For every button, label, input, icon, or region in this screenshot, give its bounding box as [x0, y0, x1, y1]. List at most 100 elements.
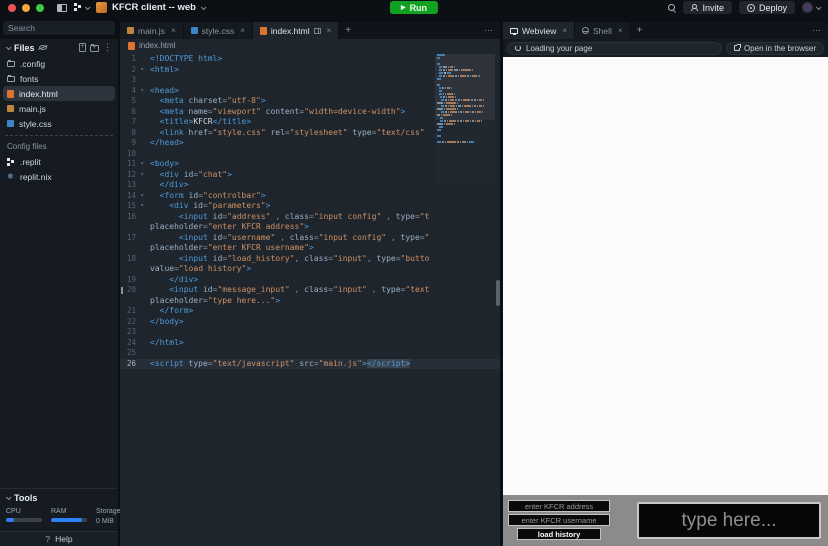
preview-parameters: load history [508, 500, 610, 540]
file-item-style-css[interactable]: style.css [0, 116, 118, 131]
account-menu[interactable] [802, 2, 820, 13]
code-line-16[interactable]: 16 <input id="address" , class="input co… [120, 212, 500, 223]
tab-label: index.html [271, 26, 310, 36]
close-icon[interactable]: × [562, 26, 567, 35]
file-list: .config fonts index.htmlmain.jsstyle.css [0, 56, 118, 131]
run-button[interactable]: ▶ Run [390, 1, 438, 14]
ram-bar [51, 518, 87, 522]
repl-title-menu[interactable]: KFCR client -- web [96, 2, 205, 13]
code-text: placeholder="type here..."> [144, 296, 430, 307]
line-number: 20 [120, 285, 144, 296]
line-number: 9 [120, 138, 144, 149]
file-label: fonts [20, 74, 38, 84]
breadcrumb[interactable]: index.html [120, 39, 500, 52]
chevron-down-icon[interactable] [6, 44, 12, 50]
toggle-hidden-files-icon[interactable] [39, 45, 47, 50]
help-button[interactable]: ? Help [0, 531, 118, 546]
file-item-index-html[interactable]: index.html [3, 86, 115, 101]
editor-tab-main-js[interactable]: main.js× [120, 22, 184, 39]
split-pane-icon[interactable] [314, 28, 321, 34]
close-icon[interactable]: × [171, 26, 176, 35]
preview-username-input[interactable] [508, 514, 610, 526]
new-tab-button[interactable]: + [339, 22, 357, 39]
code-line-21[interactable]: 21 </form> [120, 306, 500, 317]
code-text: </head> [144, 138, 430, 149]
file-item-replit-nix[interactable]: ❄replit.nix [0, 169, 118, 184]
file-label: replit.nix [20, 172, 52, 182]
code-area[interactable]: 1<!DOCTYPE html>2▾<html>34▾<head>5 <meta… [120, 52, 500, 546]
code-line-wrap[interactable]: placeholder="enter KFCR username"> [120, 243, 500, 254]
new-tab-button[interactable]: + [631, 22, 649, 39]
file-item--replit[interactable]: .replit [0, 154, 118, 169]
window-title: KFCR client -- web [112, 2, 196, 13]
code-line-14[interactable]: 14▾ <form id="controlbar"> [120, 191, 500, 202]
file-item-main-js[interactable]: main.js [0, 101, 118, 116]
code-text [144, 149, 430, 160]
line-number: 19 [120, 275, 144, 286]
search-input[interactable] [3, 21, 115, 35]
file-item--config[interactable]: .config [0, 56, 118, 71]
files-menu-icon[interactable]: ⋮ [103, 43, 112, 52]
webview-tab-webview[interactable]: Webview× [503, 22, 575, 39]
editor-tab-style-css[interactable]: style.css× [184, 22, 253, 39]
fold-icon[interactable]: ▾ [140, 86, 144, 97]
line-number: 3 [120, 75, 144, 86]
invite-button[interactable]: Invite [683, 1, 732, 14]
close-window-button[interactable] [8, 4, 16, 12]
close-icon[interactable]: × [327, 26, 332, 35]
new-file-icon[interactable] [79, 43, 86, 52]
search-icon[interactable] [668, 4, 676, 12]
fold-icon[interactable]: ▾ [140, 170, 144, 181]
fold-icon[interactable]: ▾ [140, 65, 144, 76]
code-line-24[interactable]: 24</html> [120, 338, 500, 349]
line-number: 10 [120, 149, 144, 160]
webview-tab-shell[interactable]: Shell× [575, 22, 631, 39]
fold-icon[interactable]: ▾ [140, 159, 144, 170]
code-editor-pane: index.html 1<!DOCTYPE html>2▾<html>34▾<h… [120, 39, 500, 546]
toggle-sidebar-icon[interactable] [57, 4, 67, 12]
preview-address-input[interactable] [508, 500, 610, 512]
tab-overflow-button[interactable]: ⋯ [478, 22, 500, 39]
preview-message-input[interactable] [637, 502, 821, 539]
preview-load-history-button[interactable]: load history [517, 528, 601, 540]
code-text: <meta name="viewport" content="width=dev… [144, 107, 430, 118]
minimap[interactable] [435, 54, 495, 184]
code-line-wrap[interactable]: placeholder="type here..."> [120, 296, 500, 307]
code-line-23[interactable]: 23 [120, 327, 500, 338]
maximize-window-button[interactable] [36, 4, 44, 12]
editor-scrollbar[interactable] [496, 280, 500, 306]
tools-title: Tools [14, 493, 37, 503]
code-line-17[interactable]: 17 <input id="username" , class="input c… [120, 233, 500, 244]
minimize-window-button[interactable] [22, 4, 30, 12]
editor-tab-bar: main.js×style.css× index.html × + ⋯ [120, 22, 500, 39]
code-line-26[interactable]: 26<script type="text/javascript" src="ma… [120, 359, 500, 370]
title-bar: KFCR client -- web ▶ Run Invite Deploy [0, 0, 828, 15]
html-icon [260, 27, 267, 35]
line-number: 2▾ [120, 65, 144, 76]
close-icon[interactable]: × [618, 26, 623, 35]
tab-overflow-button[interactable]: ⋯ [806, 22, 828, 39]
file-item-fonts[interactable]: fonts [0, 71, 118, 86]
code-line-15[interactable]: 15▾ <div id="parameters"> [120, 201, 500, 212]
fold-icon[interactable]: ▾ [140, 201, 144, 212]
editor-tab-index-html[interactable]: index.html × [253, 22, 339, 39]
code-line-25[interactable]: 25 [120, 348, 500, 359]
main-area: Files ⋮ .configfontsindex.htmlmain.jssty… [0, 39, 828, 546]
open-in-browser-button[interactable]: Open in the browser [726, 42, 824, 55]
html-icon [7, 90, 14, 98]
open-in-browser-label: Open in the browser [744, 44, 816, 53]
fold-icon[interactable]: ▾ [140, 191, 144, 202]
repl-switcher[interactable] [74, 3, 89, 12]
line-number [120, 296, 144, 307]
code-line-wrap[interactable]: value="load history"> [120, 264, 500, 275]
new-folder-icon[interactable] [90, 45, 99, 52]
code-line-20[interactable]: 20 <input id="message_input" , class="in… [120, 285, 500, 296]
code-line-22[interactable]: 22</body> [120, 317, 500, 328]
code-line-19[interactable]: 19 </div> [120, 275, 500, 286]
deploy-button[interactable]: Deploy [739, 1, 795, 14]
cpu-meter: CPU [6, 508, 42, 525]
close-icon[interactable]: × [240, 26, 245, 35]
code-line-wrap[interactable]: placeholder="enter KFCR address"> [120, 222, 500, 233]
code-line-18[interactable]: 18 <input id="load_history", class="inpu… [120, 254, 500, 265]
tools-header[interactable]: Tools [0, 489, 118, 505]
